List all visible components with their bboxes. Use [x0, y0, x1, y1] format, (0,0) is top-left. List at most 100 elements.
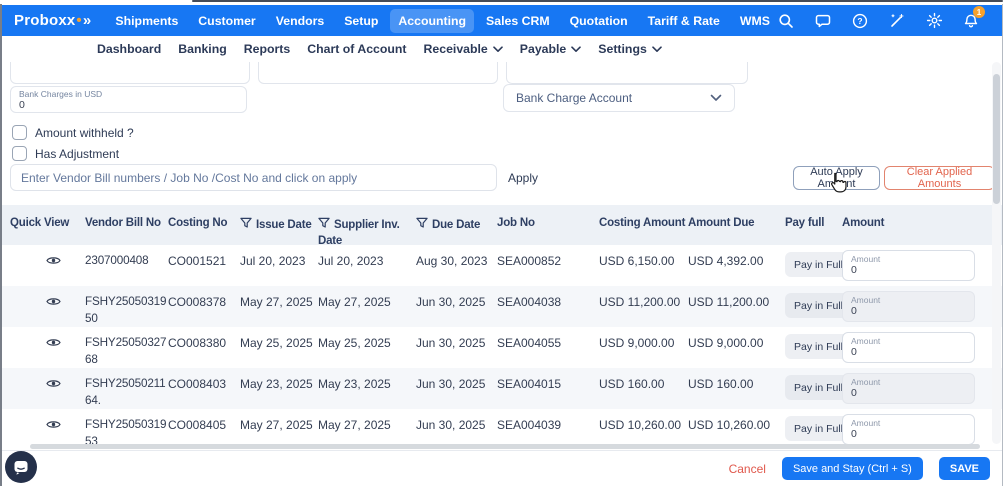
- has-adjustment-label: Has Adjustment: [35, 147, 119, 161]
- column-header-job-no[interactable]: Job No: [497, 205, 599, 249]
- column-header-costing-no[interactable]: Costing No: [168, 205, 240, 249]
- vendor-bills-table: Quick View Vendor Bill No Costing No Iss…: [0, 205, 1003, 450]
- due-date-cell: Jun 30, 2025: [416, 327, 497, 369]
- nav-item-setup[interactable]: Setup: [336, 9, 386, 33]
- subnav-item-banking[interactable]: Banking: [178, 42, 227, 56]
- issue-date-cell: May 23, 2025: [240, 368, 318, 410]
- subnav-item-chart-of-account[interactable]: Chart of Account: [307, 42, 406, 56]
- clear-applied-amounts-button[interactable]: Clear Applied Amounts: [884, 166, 995, 190]
- table-row: 2307000408 CO001521 Jul 20, 2023 Jul 20,…: [0, 245, 1003, 286]
- subnav-item-settings[interactable]: Settings: [598, 42, 662, 56]
- proboxx-logo[interactable]: Proboxx•»: [14, 12, 91, 29]
- nav-item-shipments[interactable]: Shipments: [107, 9, 186, 33]
- table-row: FSHY25050319 50 CO008378 May 27, 2025 Ma…: [0, 286, 1003, 327]
- amount-input[interactable]: Amount0: [842, 373, 975, 404]
- gear-icon[interactable]: [926, 12, 943, 29]
- chat-icon[interactable]: [815, 12, 832, 29]
- costing-no-cell: CO008403: [168, 368, 240, 410]
- svg-text:?: ?: [858, 16, 863, 26]
- amount-due-cell: USD 11,200.00: [688, 286, 785, 328]
- quick-view-eye-icon[interactable]: [46, 419, 61, 433]
- bank-charges-label: Bank Charges in USD: [19, 89, 238, 99]
- costing-amount-cell: USD 11,200.00: [599, 286, 688, 328]
- bank-charges-field[interactable]: Bank Charges in USD 0: [10, 86, 247, 113]
- costing-amount-cell: USD 6,150.00: [599, 245, 688, 286]
- nav-item-vendors[interactable]: Vendors: [268, 9, 333, 33]
- cancel-button[interactable]: Cancel: [729, 462, 766, 476]
- main-menu: Shipments Customer Vendors Setup Account…: [107, 9, 778, 33]
- amount-withheld-label: Amount withheld ?: [35, 126, 134, 140]
- has-adjustment-checkbox[interactable]: [12, 146, 27, 161]
- chevron-down-icon: [652, 46, 662, 53]
- vertical-scrollbar-thumb[interactable]: [993, 74, 1000, 204]
- issue-date-cell: Jul 20, 2023: [240, 245, 318, 286]
- subnav-item-reports[interactable]: Reports: [244, 42, 290, 56]
- amount-input[interactable]: Amount0: [842, 291, 975, 322]
- table-row: FSHY25050211 64. CO008403 May 23, 2025 M…: [0, 368, 1003, 409]
- column-header-quick-view[interactable]: Quick View: [10, 205, 85, 249]
- column-header-due-date[interactable]: Due Date: [416, 205, 497, 249]
- amount-withheld-checkbox[interactable]: [12, 125, 27, 140]
- supplier-inv-date-cell: Jul 20, 2023: [318, 245, 416, 286]
- column-header-issue-date[interactable]: Issue Date: [240, 205, 318, 249]
- nav-item-quotation[interactable]: Quotation: [562, 9, 636, 33]
- chevron-down-icon: [710, 94, 722, 102]
- column-header-pay-full[interactable]: Pay full: [785, 205, 842, 249]
- has-adjustment-row: Has Adjustment: [12, 146, 119, 161]
- quick-view-eye-icon[interactable]: [46, 337, 61, 351]
- costing-amount-cell: USD 160.00: [599, 368, 688, 410]
- apply-button[interactable]: Apply: [508, 171, 538, 185]
- column-header-vendor-bill-no[interactable]: Vendor Bill No: [85, 205, 168, 249]
- nav-item-sales-crm[interactable]: Sales CRM: [478, 9, 558, 33]
- vendor-bill-no-cell: FSHY25050211 64.: [85, 368, 168, 410]
- top-navbar: Proboxx•» Shipments Customer Vendors Set…: [0, 5, 1003, 36]
- due-date-cell: Jun 30, 2025: [416, 286, 497, 328]
- column-header-costing-amount[interactable]: Costing Amount: [599, 205, 688, 249]
- help-icon[interactable]: ?: [852, 12, 869, 29]
- job-no-cell: SEA004055: [497, 327, 599, 369]
- amount-input[interactable]: Amount0: [842, 332, 975, 363]
- job-no-cell: SEA004015: [497, 368, 599, 410]
- subnav-item-payable[interactable]: Payable: [520, 42, 582, 56]
- magic-wand-icon[interactable]: [889, 12, 906, 29]
- vendor-bill-no-cell: 2307000408: [85, 245, 168, 286]
- chat-widget-button[interactable]: [5, 451, 37, 483]
- amount-due-cell: USD 9,000.00: [688, 327, 785, 369]
- filter-icon[interactable]: [416, 217, 428, 232]
- save-button[interactable]: SAVE: [939, 457, 990, 480]
- auto-apply-amount-button[interactable]: Auto Apply Amount: [793, 166, 880, 190]
- column-header-supplier-inv-date[interactable]: Supplier Inv. Date: [318, 205, 416, 249]
- column-header-amount-due[interactable]: Amount Due: [688, 205, 785, 249]
- notifications-bell-icon[interactable]: 1: [963, 12, 980, 29]
- costing-amount-cell: USD 9,000.00: [599, 327, 688, 369]
- window-top-edge: [192, 0, 1003, 2]
- quick-view-eye-icon[interactable]: [46, 296, 61, 310]
- footer-actions: Cancel Save and Stay (Ctrl + S) SAVE: [0, 450, 1003, 486]
- nav-item-customer[interactable]: Customer: [190, 9, 263, 33]
- amount-due-cell: USD 160.00: [688, 368, 785, 410]
- filter-icon[interactable]: [318, 217, 330, 234]
- search-icon[interactable]: [778, 12, 795, 29]
- nav-item-wms[interactable]: WMS: [732, 9, 778, 33]
- amount-due-cell: USD 4,392.00: [688, 245, 785, 286]
- window-left-edge: [0, 4, 2, 486]
- nav-item-accounting[interactable]: Accounting: [390, 9, 474, 33]
- column-header-amount[interactable]: Amount: [842, 205, 977, 249]
- subnav-item-dashboard[interactable]: Dashboard: [97, 42, 161, 56]
- bank-charge-account-select[interactable]: Bank Charge Account: [503, 84, 735, 112]
- vendor-bill-search-input[interactable]: [10, 164, 497, 191]
- amount-input[interactable]: Amount0: [842, 250, 975, 281]
- notification-badge: 1: [973, 6, 985, 18]
- due-date-cell: Jun 30, 2025: [416, 368, 497, 410]
- save-and-stay-button[interactable]: Save and Stay (Ctrl + S): [782, 457, 923, 480]
- issue-date-cell: May 27, 2025: [240, 286, 318, 328]
- nav-item-tariff-rate[interactable]: Tariff & Rate: [640, 9, 728, 33]
- supplier-inv-date-cell: May 27, 2025: [318, 286, 416, 328]
- amount-input[interactable]: Amount0: [842, 414, 975, 445]
- subnav-item-receivable[interactable]: Receivable: [424, 42, 503, 56]
- quick-view-eye-icon[interactable]: [46, 378, 61, 392]
- job-no-cell: SEA004038: [497, 286, 599, 328]
- quick-view-eye-icon[interactable]: [46, 255, 61, 269]
- horizontal-scrollbar-thumb[interactable]: [30, 444, 980, 449]
- filter-icon[interactable]: [240, 217, 252, 232]
